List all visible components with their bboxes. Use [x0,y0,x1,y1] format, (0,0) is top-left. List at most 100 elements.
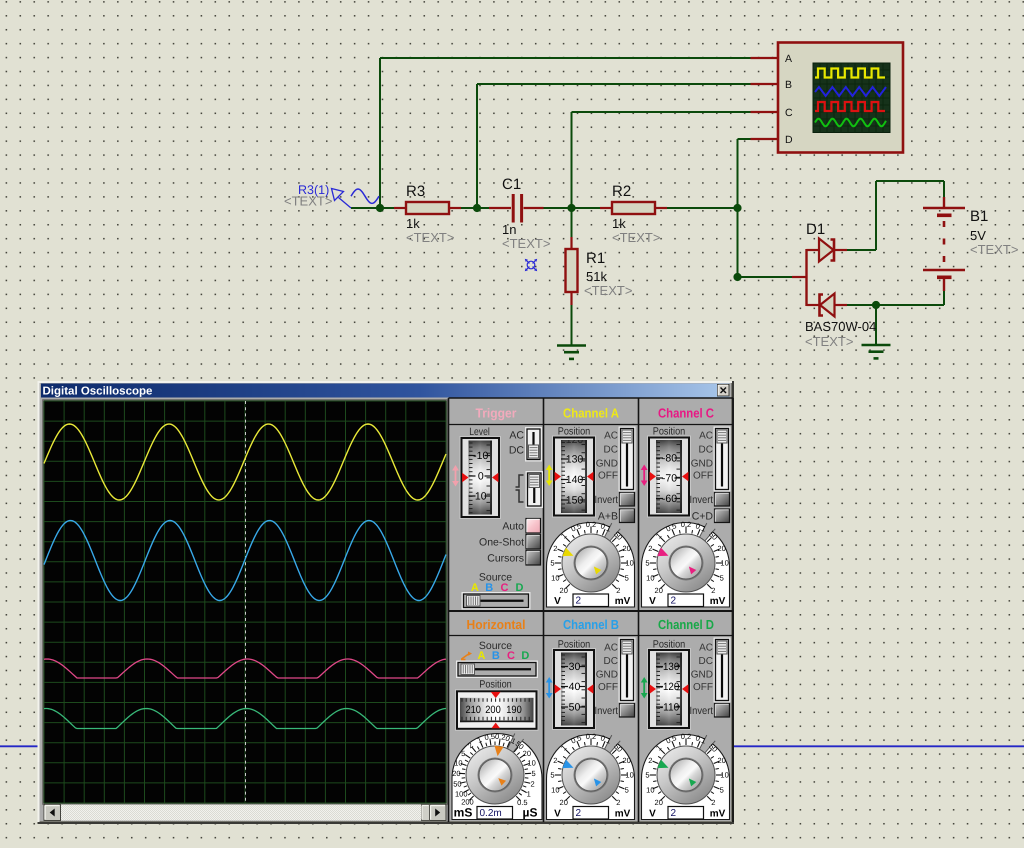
svg-text:5V: 5V [970,228,986,243]
svg-text:V: V [554,596,561,607]
svg-text:5: 5 [531,769,535,778]
svg-text:20: 20 [560,586,568,595]
svg-text:2: 2 [711,798,715,807]
svg-text:Position: Position [479,679,512,691]
svg-text:1k: 1k [406,216,420,231]
svg-text:AC: AC [604,431,618,442]
svg-text:V: V [649,809,656,820]
svg-text:Channel D: Channel D [658,617,714,632]
svg-text:2: 2 [616,586,620,595]
svg-text:2: 2 [576,808,582,819]
svg-text:50: 50 [453,779,461,788]
svg-text:2: 2 [553,756,557,765]
svg-text:Horizontal: Horizontal [467,617,526,632]
svg-text:OFF: OFF [598,471,618,482]
svg-text:5: 5 [461,749,465,758]
svg-text:0.2: 0.2 [681,732,691,741]
svg-text:210: 210 [465,704,481,716]
svg-text:2: 2 [648,544,652,553]
svg-text:<TEXT>: <TEXT> [970,242,1018,257]
svg-text:5: 5 [645,771,649,780]
svg-text:B: B [785,79,792,91]
svg-text:5: 5 [645,559,649,568]
svg-text:V: V [554,809,561,820]
svg-text:0.2m: 0.2m [480,808,502,819]
svg-text:B1: B1 [970,208,988,225]
svg-text:5: 5 [625,573,629,582]
svg-text:190: 190 [506,704,522,716]
svg-text:200: 200 [485,704,501,716]
svg-text:A: A [478,650,486,662]
svg-text:20: 20 [523,749,531,758]
svg-text:AC: AC [604,643,618,654]
svg-text:R2: R2 [612,183,631,200]
svg-text:2: 2 [671,596,677,607]
svg-text:GND: GND [691,459,713,470]
svg-text:A: A [785,53,792,65]
svg-text:Channel A: Channel A [563,406,620,421]
svg-text:20: 20 [717,544,725,553]
svg-text:2: 2 [648,756,652,765]
svg-text:5: 5 [720,573,724,582]
svg-text:mS: mS [454,806,473,820]
svg-text:2: 2 [553,544,557,553]
svg-text:Auto: Auto [502,521,524,533]
svg-text:One-Shot: One-Shot [479,537,524,549]
svg-text:B: B [492,650,500,662]
svg-text:D: D [785,134,793,146]
svg-text:Invert: Invert [595,494,619,506]
svg-text:DC: DC [604,656,618,667]
svg-text:AC: AC [509,430,524,442]
svg-text:20: 20 [622,756,630,765]
svg-text:R1: R1 [586,250,605,267]
svg-text:<TEXT>: <TEXT> [502,236,550,251]
svg-text:DC: DC [509,445,525,457]
svg-text:<TEXT>: <TEXT> [805,334,853,349]
svg-text:51k: 51k [586,269,607,284]
svg-text:GND: GND [691,670,713,681]
svg-text:2: 2 [671,808,677,819]
svg-text:10: 10 [625,771,633,780]
svg-text:Cursors: Cursors [487,553,524,565]
svg-text:2: 2 [711,586,715,595]
svg-text:µS: µS [523,806,538,820]
svg-text:Channel B: Channel B [563,617,619,632]
svg-text:10: 10 [646,573,654,582]
svg-text:Invert: Invert [595,705,619,717]
svg-text:0.2: 0.2 [681,520,691,529]
svg-text:2: 2 [616,798,620,807]
svg-text:5: 5 [550,559,554,568]
svg-text:DC: DC [699,445,713,456]
svg-text:10: 10 [646,785,654,794]
svg-text:0: 0 [478,471,484,483]
svg-text:10: 10 [720,771,728,780]
svg-text:D: D [521,650,529,662]
svg-text:<TEXT>: <TEXT> [612,230,660,245]
svg-text:2: 2 [576,596,582,607]
svg-text:AC: AC [699,643,713,654]
svg-text:BAS70W-04: BAS70W-04 [805,319,876,334]
svg-text:20: 20 [655,586,663,595]
svg-text:10: 10 [625,559,633,568]
svg-text:1n: 1n [502,222,516,237]
svg-text:0.2: 0.2 [586,732,596,741]
svg-text:mV: mV [615,596,631,607]
svg-text:C: C [785,107,793,119]
svg-text:Channel C: Channel C [658,406,715,421]
svg-text:1: 1 [527,789,531,798]
svg-text:OFF: OFF [598,682,618,693]
svg-text:20: 20 [452,769,460,778]
svg-text:30: 30 [569,661,581,673]
svg-text:GND: GND [596,670,618,681]
svg-text:OFF: OFF [693,682,713,693]
svg-text:mV: mV [710,809,726,820]
svg-text:20: 20 [717,756,725,765]
svg-text:5: 5 [625,785,629,794]
svg-text:Invert: Invert [690,494,714,506]
svg-text:10: 10 [527,758,535,767]
svg-text:10: 10 [551,573,559,582]
svg-text:mV: mV [710,596,726,607]
svg-text:20: 20 [622,544,630,553]
svg-text:20: 20 [655,798,663,807]
svg-text:40: 40 [569,681,581,693]
